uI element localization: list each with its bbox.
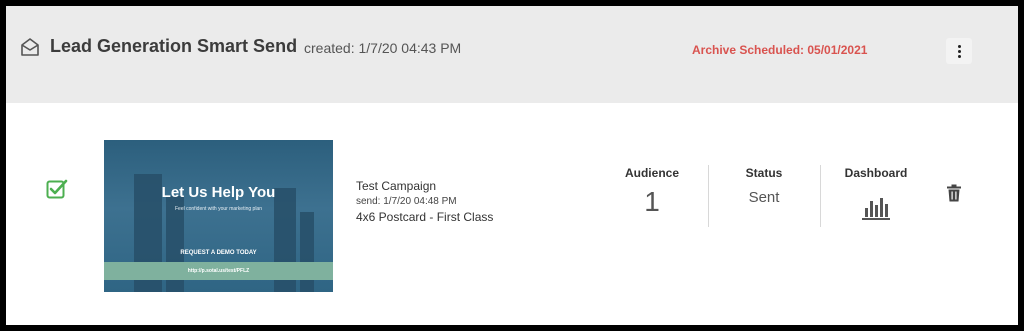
postcard-thumbnail[interactable]: Let Us Help You Feel confident with your…	[104, 140, 333, 292]
divider	[820, 165, 821, 227]
campaign-type: 4x6 Postcard - First Class	[356, 210, 494, 224]
thumbnail-url-band: http://p.sotal.us/test/PFLZ	[104, 262, 333, 280]
envelope-open-icon	[21, 38, 39, 56]
thumbnail-url: http://p.sotal.us/test/PFLZ	[187, 268, 250, 274]
campaign-send-date: send: 1/7/20 04:48 PM	[356, 196, 457, 207]
bar-chart-icon[interactable]	[861, 195, 891, 221]
status-value: Sent	[748, 189, 780, 206]
audience-value: 1	[644, 186, 660, 217]
thumbnail-headline: Let Us Help You	[161, 184, 276, 201]
thumbnail-subheadline: Feel confident with your marketing plan	[175, 206, 262, 212]
kebab-menu-icon	[957, 44, 961, 59]
trash-icon[interactable]	[946, 184, 962, 202]
campaign-name: Test Campaign	[356, 179, 437, 193]
campaign-header: Lead Generation Smart Send created: 1/7/…	[6, 6, 1018, 103]
dashboard-label: Dashboard	[844, 166, 908, 180]
archive-scheduled: Archive Scheduled: 05/01/2021	[692, 43, 868, 57]
thumbnail-cta: REQUEST A DEMO TODAY	[180, 250, 257, 256]
audience-label: Audience	[624, 166, 679, 180]
more-options-button[interactable]	[946, 38, 972, 64]
campaign-card: Lead Generation Smart Send created: 1/7/…	[6, 6, 1018, 325]
checkbox-checked-icon[interactable]	[46, 178, 68, 200]
divider	[708, 165, 709, 227]
campaign-title: Lead Generation Smart Send	[50, 36, 298, 56]
status-label: Status	[745, 166, 783, 180]
created-date: created: 1/7/20 04:43 PM	[304, 40, 462, 56]
